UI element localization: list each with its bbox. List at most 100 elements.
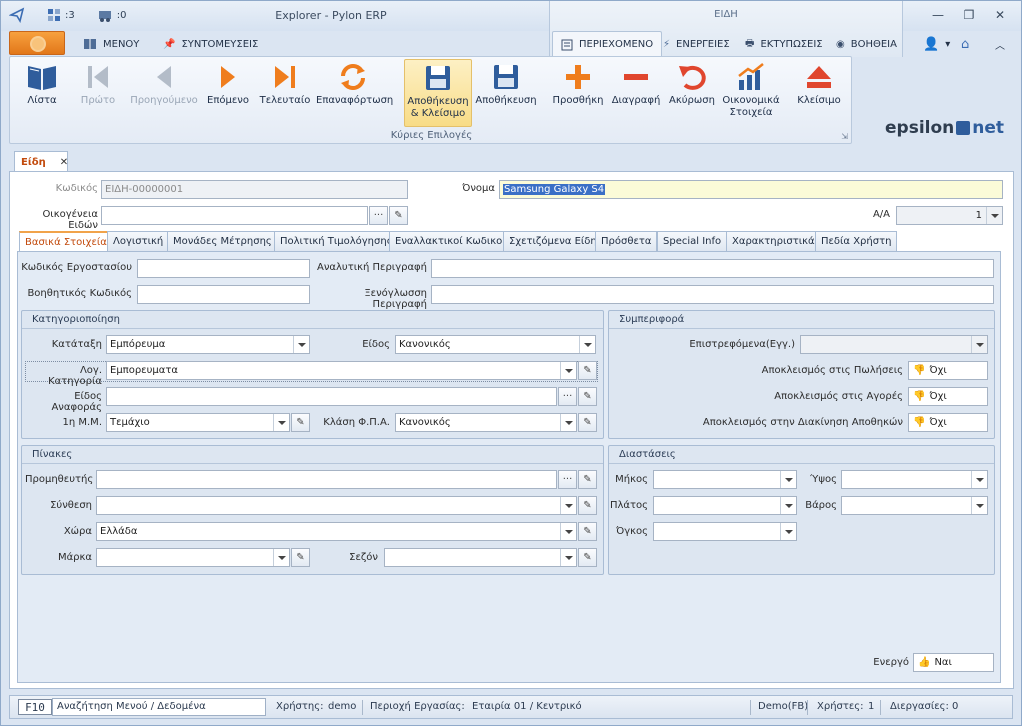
foreign-description-field[interactable] [431, 285, 994, 304]
tab-accounting[interactable]: Λογιστική [107, 231, 170, 251]
home-button[interactable]: ⌂ [961, 35, 969, 53]
country-select[interactable]: Ελλάδα [96, 522, 577, 541]
save-close-button[interactable]: Αποθήκευση & Κλείσιμο [404, 59, 472, 127]
close-window-button[interactable]: ✕ [990, 7, 1010, 23]
code-field[interactable]: ΕΙΔΗ-00000001 [101, 180, 408, 199]
active-toggle[interactable]: 👍 Ναι [913, 653, 994, 672]
season-dropdown-icon[interactable] [560, 549, 576, 566]
vat-class-select[interactable]: Κανονικός [395, 413, 577, 432]
account-category-dropdown-icon[interactable] [560, 362, 576, 379]
composition-dropdown-icon[interactable] [560, 497, 576, 514]
collapse-ribbon-button[interactable]: ︿ [995, 35, 1005, 53]
returnable-dropdown-icon[interactable] [971, 336, 987, 353]
tab-special-info[interactable]: Special Info [657, 231, 728, 251]
height-select[interactable] [841, 470, 988, 489]
season-select[interactable] [384, 548, 577, 567]
composition-select[interactable] [96, 496, 577, 515]
classification-select[interactable]: Εμπόρευμα [106, 335, 310, 354]
description-field[interactable] [431, 259, 994, 278]
tab-help[interactable]: ◉ ΒΟΗΘΕΙΑ [836, 35, 897, 53]
exclude-sales-toggle[interactable]: 👎 Όχι [908, 361, 988, 380]
minimize-button[interactable]: — [928, 7, 948, 23]
edit-icon[interactable]: ✎ [578, 361, 597, 380]
f10-key[interactable]: F10 [18, 699, 52, 715]
reload-button[interactable]: Επαναφόρτωση [316, 59, 393, 127]
returnable-select[interactable] [800, 335, 988, 354]
edit-icon[interactable]: ✎ [578, 548, 597, 567]
add-button[interactable]: Προσθήκη [550, 59, 606, 127]
menu-search-input[interactable]: Αναζήτηση Μενού / Δεδομένα [52, 698, 266, 716]
width-select[interactable] [653, 496, 797, 515]
country-dropdown-icon[interactable] [560, 523, 576, 540]
edit-icon[interactable]: ✎ [578, 413, 597, 432]
tab-extras[interactable]: Πρόσθετα [595, 231, 658, 251]
item-family-lookup-button[interactable]: ··· [369, 206, 388, 225]
tab-user-fields[interactable]: Πεδία Χρήστη [815, 231, 898, 251]
weight-select[interactable] [841, 496, 988, 515]
vat-class-dropdown-icon[interactable] [560, 414, 576, 431]
tab-menu[interactable]: ΜΕΝΟΥ [83, 35, 139, 53]
tab-content[interactable]: ΠΕΡΙΕΧΟΜΕΝΟ [552, 31, 663, 57]
edit-icon[interactable]: ✎ [578, 470, 597, 489]
name-field[interactable]: Samsung Galaxy S4 [499, 180, 1003, 199]
delete-button[interactable]: Διαγραφή [610, 59, 662, 127]
unit-select[interactable]: Τεμάχιο [106, 413, 290, 432]
height-dropdown-icon[interactable] [971, 471, 987, 488]
financial-button[interactable]: Οικονομικά Στοιχεία [718, 59, 784, 127]
edit-icon[interactable]: ✎ [389, 206, 408, 225]
file-menu-button[interactable] [9, 31, 65, 55]
aa-dropdown-icon[interactable] [986, 207, 1002, 224]
weight-dropdown-icon[interactable] [971, 497, 987, 514]
aux-code-field[interactable] [137, 285, 310, 304]
volume-dropdown-icon[interactable] [780, 523, 796, 540]
document-tab[interactable]: Είδη ✕ [14, 151, 68, 172]
supplier-field[interactable] [96, 470, 557, 489]
edit-icon[interactable]: ✎ [578, 496, 597, 515]
tab-characteristics[interactable]: Χαρακτηριστικά [726, 231, 821, 251]
edit-icon[interactable]: ✎ [578, 387, 597, 406]
maximize-button[interactable]: ❐ [959, 7, 979, 23]
brand-select[interactable] [96, 548, 290, 567]
user-menu[interactable]: 👤 ▾ [923, 35, 950, 53]
next-button[interactable]: Επόμενο [205, 59, 251, 127]
type-select[interactable]: Κανονικός [395, 335, 596, 354]
aa-field[interactable]: 1 [896, 206, 1003, 225]
tab-pricing[interactable]: Πολιτική Τιμολόγησης [274, 231, 399, 251]
last-button[interactable]: Τελευταίο [258, 59, 312, 127]
unit-dropdown-icon[interactable] [273, 414, 289, 431]
tab-related[interactable]: Σχετιζόμενα Είδη [503, 231, 603, 251]
processes-icon[interactable] [97, 8, 113, 22]
exclude-purchases-toggle[interactable]: 👎 Όχι [908, 387, 988, 406]
tab-alt-codes[interactable]: Εναλλακτικοί Κωδικοί [389, 231, 512, 251]
previous-button[interactable]: Προηγούμενο [128, 59, 200, 127]
supplier-lookup-button[interactable]: ··· [558, 470, 577, 489]
app-icon[interactable] [9, 7, 25, 23]
edit-icon[interactable]: ✎ [578, 522, 597, 541]
first-button[interactable]: Πρώτο [72, 59, 124, 127]
reference-type-field[interactable] [106, 387, 557, 406]
tab-basic[interactable]: Βασικά Στοιχεία [19, 231, 113, 252]
volume-select[interactable] [653, 522, 797, 541]
type-dropdown-icon[interactable] [579, 336, 595, 353]
windows-icon[interactable] [47, 8, 61, 22]
brand-dropdown-icon[interactable] [273, 549, 289, 566]
tab-prints[interactable]: 🖶 ΕΚΤΥΠΩΣΕΙΣ [745, 35, 823, 53]
close-tab-icon[interactable]: ✕ [60, 157, 68, 168]
account-category-select[interactable]: Εμπορευματα [106, 361, 577, 380]
classification-dropdown-icon[interactable] [293, 336, 309, 353]
exclude-warehouse-toggle[interactable]: 👎 Όχι [908, 413, 988, 432]
dialog-launcher-icon[interactable]: ⇲ [841, 132, 848, 141]
reference-type-lookup-button[interactable]: ··· [558, 387, 577, 406]
tab-units[interactable]: Μονάδες Μέτρησης [167, 231, 278, 251]
item-family-field[interactable] [101, 206, 368, 225]
list-button[interactable]: Λίστα [14, 59, 70, 127]
edit-icon[interactable]: ✎ [291, 548, 310, 567]
length-select[interactable] [653, 470, 797, 489]
tab-actions[interactable]: ⚡ ΕΝΕΡΓΕΙΕΣ [663, 35, 730, 53]
tab-shortcuts[interactable]: 📌 ΣΥΝΤΟΜΕΥΣΕΙΣ [163, 35, 258, 53]
close-button[interactable]: Κλείσιμο [792, 59, 846, 127]
factory-code-field[interactable] [137, 259, 310, 278]
save-button[interactable]: Αποθήκευση [474, 59, 538, 127]
edit-icon[interactable]: ✎ [291, 413, 310, 432]
cancel-button[interactable]: Ακύρωση [666, 59, 718, 127]
